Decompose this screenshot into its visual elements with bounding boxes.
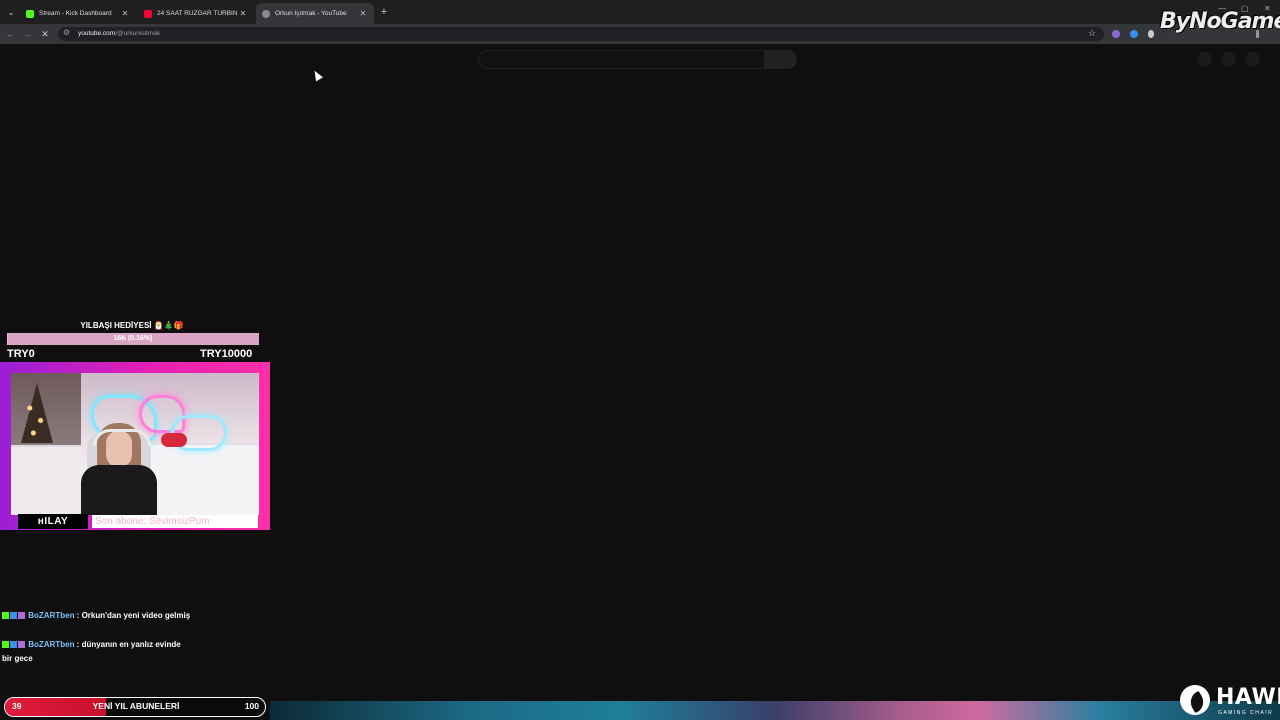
chat-text: Orkun'dan yeni video gelmiş [81,611,191,621]
subscriber-goal-target: 100 [244,701,259,711]
donation-goal-max: TRY10000 [200,348,253,360]
address-bar[interactable]: ⚙ youtube.com/@orkunisitmak ☆ [58,27,1104,41]
donation-goal-progress-text: 16₺ (0.16%) [113,335,153,342]
sponsor-logo: HAWK GAMING CHAIR [1178,683,1280,720]
tab-search-chevron-icon[interactable]: ⌄ [4,4,18,20]
browser-toolbar: ← → ✕ ⚙ youtube.com/@orkunisitmak ☆ [0,24,1280,44]
tab-kick-dashboard[interactable]: Stream - Kick Dashboard ✕ [20,3,136,24]
donation-goal-title: YILBAŞI HEDİYESİ 🎅🎄🎁 [80,321,184,330]
kick-favicon-icon [26,9,34,18]
youtube-search-skeleton[interactable] [478,50,765,69]
subscriber-badge-icon [10,641,17,649]
url-text: youtube.com/@orkunisitmak [78,30,161,37]
bookmark-star-icon[interactable]: ☆ [1088,28,1096,39]
mouse-cursor-icon [311,68,323,82]
back-icon[interactable]: ← [4,28,16,40]
youtube-favicon-icon [144,9,152,18]
close-tab-icon[interactable]: ✕ [238,9,248,18]
youtube-create-skeleton-icon[interactable] [1197,52,1212,67]
new-tab-button[interactable]: + [377,5,391,19]
chat-username[interactable]: BoZARTben [28,640,74,649]
gift-badge-icon [18,641,25,649]
heart-pillow [161,433,187,447]
chat-message: BoZARTben : dünyanın en yanlız evinde bi… [2,638,192,666]
sponsor-name: HAWK [1216,685,1280,710]
webcam-video [11,373,259,515]
latest-subscriber-ticker: Son abone: SevimsizPum [92,515,258,528]
tab-title: Orkun Işıtmak - YouTube [275,10,347,17]
chat-username[interactable]: BoZARTben [28,611,74,620]
streamer-name-label: ʜILAY [18,514,88,529]
extension-blue-icon[interactable] [1130,30,1138,38]
chat-badges [2,609,26,623]
youtube-avatar-skeleton-icon[interactable] [1245,52,1260,67]
youtube-search-button-skeleton[interactable] [765,50,797,69]
watermark-logo: ByNoGame [1160,9,1280,34]
bed [141,443,259,515]
feather-icon [1186,690,1208,714]
browser-tab-strip: ⌄ Stream - Kick Dashboard ✕ 24 SAAT RÜZG… [0,0,1280,24]
donation-goal-min: TRY0 [7,348,35,360]
site-info-icon[interactable]: ⚙ [63,28,70,37]
tree-lights [19,393,55,443]
dresser [11,445,81,515]
stop-loading-icon[interactable]: ✕ [39,28,51,40]
subscriber-goal-title: YENİ YIL ABUNELERİ [92,701,180,711]
extension-pen-icon[interactable] [1112,30,1120,38]
tab-youtube-channel[interactable]: Orkun Işıtmak - YouTube ✕ [256,3,374,24]
youtube-notifications-skeleton-icon[interactable] [1221,52,1236,67]
kick-badge-icon [2,612,9,620]
chat-message: BoZARTben : Orkun'dan yeni video gelmiş [2,609,192,623]
loading-favicon-icon [262,9,270,18]
streamer-body [81,465,157,515]
bottom-banner-art [270,701,1280,720]
extension-lock-icon[interactable] [1148,30,1154,38]
subscriber-badge-icon [10,612,17,620]
hawk-badge-icon [1180,685,1210,715]
subscriber-goal-bar: 39 YENİ YIL ABUNELERİ 100 [4,697,266,717]
tab-title: 24 SAAT RÜZGAR TÜRBİNİNDE [157,10,238,17]
chat-badges [2,638,26,652]
donation-goal-bar: 16₺ (0.16%) [7,333,259,345]
sponsor-tagline: GAMING CHAIR [1218,710,1274,716]
headset [93,429,151,446]
tab-youtube-video[interactable]: 24 SAAT RÜZGAR TÜRBİNİNDE ✕ [138,3,254,24]
close-tab-icon[interactable]: ✕ [358,9,368,18]
kick-badge-icon [2,641,9,649]
forward-icon[interactable]: → [21,28,33,40]
gift-badge-icon [18,612,25,620]
tab-title: Stream - Kick Dashboard [39,10,112,17]
close-tab-icon[interactable]: ✕ [120,9,130,18]
